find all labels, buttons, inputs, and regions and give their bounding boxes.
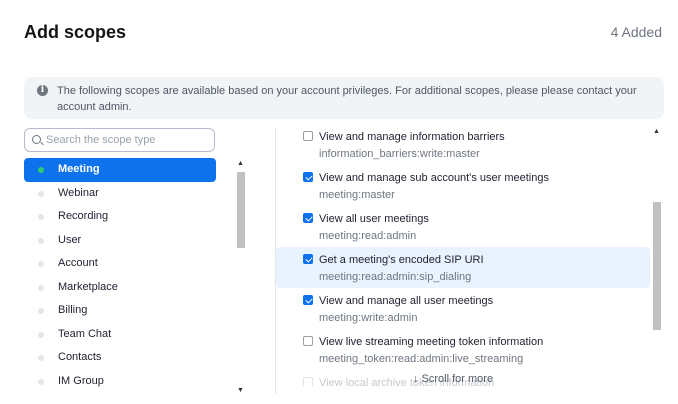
category-label: Billing	[58, 304, 88, 316]
scroll-down-arrow-icon[interactable]: ▼	[237, 387, 244, 394]
scope-name: View live streaming meeting token inform…	[319, 336, 544, 348]
status-dot-icon	[38, 167, 44, 173]
scope-item[interactable]: View all user meetings meeting:read:admin	[276, 206, 650, 247]
category-label: IM Group	[58, 374, 104, 387]
category-item-contacts[interactable]: Contacts	[24, 346, 216, 370]
scope-item[interactable]: View live streaming meeting token inform…	[276, 329, 650, 370]
category-item-im-group[interactable]: IM Group	[24, 370, 216, 394]
page-title: Add scopes	[24, 22, 127, 42]
category-label: Webinar	[58, 186, 99, 199]
status-dot-icon	[38, 331, 44, 338]
category-item-meeting[interactable]: Meeting	[24, 158, 216, 182]
checkbox-unchecked[interactable]	[303, 377, 313, 386]
scope-name: View and manage all user meetings	[319, 295, 494, 307]
info-icon: i	[37, 85, 48, 96]
checkbox-checked[interactable]	[303, 295, 313, 305]
status-dot-icon	[38, 190, 44, 197]
scope-name: View all user meetings	[319, 213, 429, 225]
scope-code: meeting:read:admin:sip_dialing	[319, 271, 472, 283]
added-count: 4 Added	[610, 24, 662, 40]
status-dot-icon	[38, 284, 44, 291]
scope-code: meeting:read:admin	[319, 230, 417, 242]
scroll-up-arrow-icon[interactable]: ▲	[237, 160, 244, 167]
status-dot-icon	[38, 378, 44, 385]
category-scrollbar[interactable]: ▲ ▼	[236, 160, 246, 394]
scope-code: meeting_token:read:admin:live_streaming	[319, 353, 524, 365]
category-item-webinar[interactable]: Webinar	[24, 182, 216, 206]
status-dot-icon	[38, 355, 44, 361]
scope-search[interactable]	[24, 128, 215, 152]
category-item-account[interactable]: Account	[24, 252, 216, 276]
category-label: Marketplace	[58, 280, 118, 293]
status-dot-icon	[38, 261, 44, 267]
checkbox-unchecked[interactable]	[303, 336, 313, 346]
category-list: Meeting Webinar Recording User Account Market…	[24, 158, 216, 394]
category-label: Recording	[58, 210, 109, 222]
category-item-user[interactable]: User	[24, 229, 216, 253]
info-notice: i The following scopes are available bas…	[24, 77, 664, 119]
scope-list: View and manage information barriers info…	[276, 124, 650, 386]
scope-code: meeting:master	[319, 189, 395, 201]
notice-text: The following scopes are available based…	[57, 85, 637, 113]
status-dot-icon	[38, 237, 44, 244]
category-item-billing[interactable]: Billing	[24, 299, 216, 323]
scope-item[interactable]: View and manage information barriers info…	[276, 124, 650, 165]
status-dot-icon	[38, 308, 44, 314]
status-dot-icon	[38, 214, 44, 220]
category-label: User	[58, 233, 82, 246]
category-item-recording[interactable]: Recording	[24, 205, 216, 229]
scope-name: Get a meeting's encoded SIP URI	[319, 254, 484, 266]
scope-code: information_barriers:write:master	[319, 148, 480, 160]
search-icon	[32, 135, 41, 144]
checkbox-unchecked[interactable]	[303, 131, 313, 141]
scope-item[interactable]: Get a meeting's encoded SIP URI meeting:r…	[276, 247, 650, 288]
scope-name: View and manage information barriers	[319, 131, 505, 143]
category-item-team-chat[interactable]: Team Chat	[24, 323, 216, 347]
scope-item[interactable]: View and manage all user meetings meeting…	[276, 288, 650, 329]
category-item-marketplace[interactable]: Marketplace	[24, 276, 216, 300]
search-input[interactable]	[46, 132, 211, 148]
scope-item[interactable]: View and manage sub account's user meeti…	[276, 165, 650, 206]
category-label: Team Chat	[58, 327, 112, 340]
checkbox-checked[interactable]	[303, 172, 313, 182]
checkbox-checked[interactable]	[303, 213, 313, 223]
scope-scrollbar[interactable]: ▲	[652, 128, 662, 394]
category-label: Meeting	[58, 163, 100, 175]
scroll-up-arrow-icon[interactable]: ▲	[653, 128, 660, 135]
scrollbar-thumb[interactable]	[653, 202, 661, 330]
scope-code: meeting:write:admin	[319, 312, 418, 324]
category-label: Account	[58, 257, 98, 269]
category-label: Contacts	[58, 351, 102, 363]
scope-name: View and manage sub account's user meeti…	[319, 172, 549, 184]
scroll-for-more[interactable]: ↓ Scroll for more	[413, 373, 493, 385]
checkbox-checked[interactable]	[303, 254, 313, 264]
scrollbar-thumb[interactable]	[237, 172, 245, 248]
